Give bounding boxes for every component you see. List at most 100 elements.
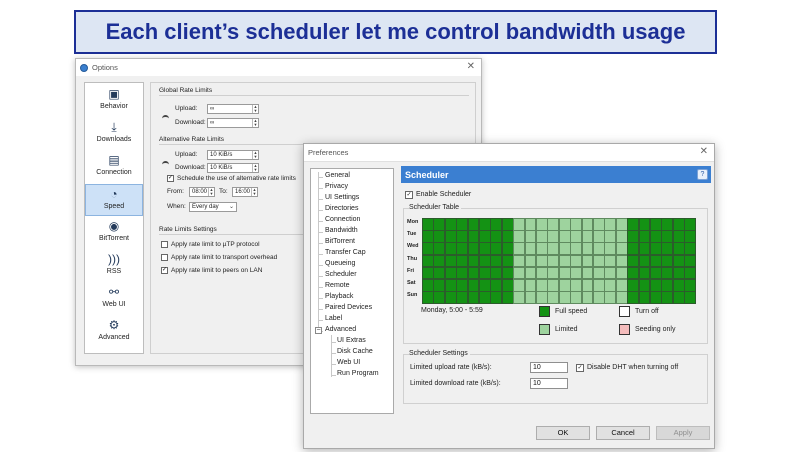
schedule-cell[interactable] [627, 279, 639, 292]
schedule-cell[interactable] [593, 230, 605, 243]
schedule-cell[interactable] [422, 254, 434, 268]
schedule-cell[interactable] [627, 218, 639, 231]
schedule-cell[interactable] [536, 291, 548, 304]
schedule-cell[interactable] [501, 279, 514, 292]
schedule-cell[interactable] [501, 230, 514, 243]
schedule-cell[interactable] [547, 218, 560, 231]
schedule-cell[interactable] [593, 242, 605, 255]
enable-scheduler-checkbox[interactable]: ✓ [405, 191, 413, 199]
schedule-cell[interactable] [650, 230, 662, 243]
from-time-field[interactable]: 08:00 ▲ ▼ [189, 187, 215, 197]
schedule-cell[interactable] [444, 266, 457, 280]
schedule-cell[interactable] [615, 218, 628, 231]
schedule-cell[interactable] [615, 279, 628, 292]
schedule-cell[interactable] [479, 242, 491, 255]
overhead-checkbox[interactable] [161, 254, 168, 261]
schedule-cell[interactable] [650, 218, 662, 231]
schedule-cell[interactable] [422, 242, 434, 255]
tree-item-advanced[interactable]: Advanced [325, 326, 356, 333]
schedule-cell[interactable] [581, 279, 594, 292]
sidebar-item-rss[interactable]: ))) RSS [85, 250, 143, 282]
schedule-cell[interactable] [467, 230, 480, 243]
schedule-cell[interactable] [467, 254, 480, 268]
schedule-cell[interactable] [444, 218, 457, 231]
schedule-cell[interactable] [684, 266, 696, 280]
schedule-cell[interactable] [684, 218, 696, 231]
schedule-cell[interactable] [672, 279, 685, 292]
schedule-cell[interactable] [604, 291, 617, 304]
schedule-cell[interactable] [558, 279, 571, 292]
alt-upload-field[interactable]: 10 KiB/s ▲ ▼ [207, 150, 259, 160]
tree-item-disk-cache[interactable]: Disk Cache [337, 348, 373, 355]
schedule-cell[interactable] [604, 242, 617, 255]
schedule-cell[interactable] [638, 230, 651, 243]
schedule-cell[interactable] [638, 218, 651, 231]
apply-button[interactable]: Apply [656, 426, 710, 440]
schedule-cell[interactable] [536, 242, 548, 255]
schedule-cell[interactable] [524, 266, 537, 280]
schedule-cell[interactable] [479, 218, 491, 231]
schedule-cell[interactable] [672, 242, 685, 255]
help-icon[interactable]: ? [697, 169, 708, 180]
spin-arrows-icon[interactable]: ▲ ▼ [252, 105, 258, 113]
tree-item-run-program[interactable]: Run Program [337, 370, 379, 377]
schedule-cell[interactable] [444, 242, 457, 255]
schedule-cell[interactable] [558, 291, 571, 304]
sidebar-item-bittorrent[interactable]: ◉ BitTorrent [85, 217, 143, 249]
schedule-cell[interactable] [638, 266, 651, 280]
schedule-cell[interactable] [467, 218, 480, 231]
schedule-cell[interactable] [650, 279, 662, 292]
schedule-cell[interactable] [650, 254, 662, 268]
schedule-cell[interactable] [570, 254, 582, 268]
download-rate-input[interactable]: 10 [530, 378, 568, 389]
schedule-cell[interactable] [479, 230, 491, 243]
schedule-cell[interactable] [684, 279, 696, 292]
schedule-cell[interactable] [501, 266, 514, 280]
schedule-cell[interactable] [581, 218, 594, 231]
schedule-cell[interactable] [570, 279, 582, 292]
spin-arrows-icon[interactable]: ▲ ▼ [208, 188, 214, 196]
schedule-cell[interactable] [490, 291, 503, 304]
upload-rate-input[interactable]: 10 [530, 362, 568, 373]
tree-item-scheduler[interactable]: Scheduler [325, 271, 357, 278]
schedule-cell[interactable] [536, 254, 548, 268]
schedule-cell[interactable] [456, 291, 468, 304]
schedule-cell[interactable] [672, 230, 685, 243]
schedule-cell[interactable] [433, 218, 446, 231]
schedule-cell[interactable] [536, 266, 548, 280]
schedule-cell[interactable] [593, 218, 605, 231]
schedule-cell[interactable] [536, 230, 548, 243]
schedule-cell[interactable] [456, 279, 468, 292]
schedule-cell[interactable] [513, 230, 525, 243]
ok-button[interactable]: OK [536, 426, 590, 440]
schedule-cell[interactable] [467, 279, 480, 292]
schedule-cell[interactable] [558, 254, 571, 268]
schedule-cell[interactable] [661, 266, 674, 280]
tree-item-label[interactable]: Label [325, 315, 342, 322]
schedule-cell[interactable] [615, 242, 628, 255]
schedule-cell[interactable] [513, 266, 525, 280]
tree-item-bandwidth[interactable]: Bandwidth [325, 227, 358, 234]
tree-item-ui-extras[interactable]: UI Extras [337, 337, 366, 344]
schedule-cell[interactable] [650, 291, 662, 304]
schedule-cell[interactable] [513, 218, 525, 231]
schedule-cell[interactable] [672, 291, 685, 304]
schedule-cell[interactable] [581, 291, 594, 304]
schedule-cell[interactable] [524, 279, 537, 292]
schedule-cell[interactable] [604, 230, 617, 243]
schedule-cell[interactable] [604, 266, 617, 280]
schedule-cell[interactable] [650, 242, 662, 255]
spin-arrows-icon[interactable]: ▲ ▼ [251, 188, 257, 196]
schedule-cell[interactable] [638, 242, 651, 255]
schedule-cell[interactable] [524, 230, 537, 243]
schedule-cell[interactable] [479, 266, 491, 280]
schedule-cell[interactable] [479, 279, 491, 292]
schedule-cell[interactable] [547, 291, 560, 304]
schedule-cell[interactable] [456, 218, 468, 231]
schedule-cell[interactable] [547, 254, 560, 268]
schedule-cell[interactable] [444, 254, 457, 268]
schedule-cell[interactable] [456, 230, 468, 243]
schedule-cell[interactable] [490, 254, 503, 268]
close-icon[interactable]: ✕ [467, 61, 475, 72]
schedule-cell[interactable] [536, 218, 548, 231]
